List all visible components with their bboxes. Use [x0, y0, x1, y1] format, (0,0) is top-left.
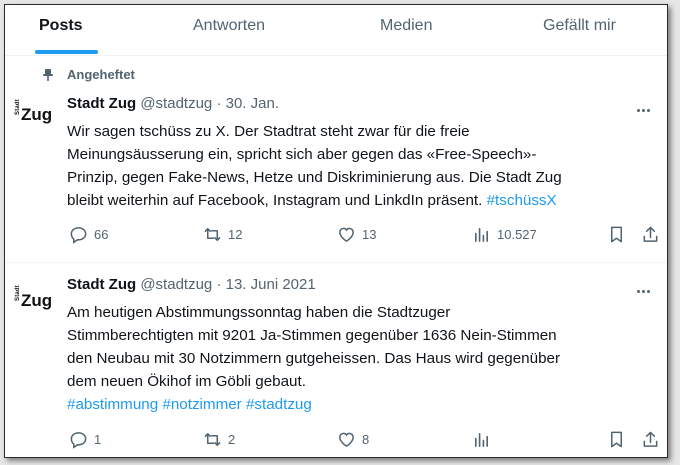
repost-icon	[204, 432, 221, 446]
share-button[interactable]	[641, 428, 666, 450]
post-actions: 66 12 13 10.527	[67, 223, 658, 245]
post-text-line: Prinzip, gegen Fake-News, Hetze und Disk…	[67, 169, 562, 186]
post-text-line: Meinungsäusserung ein, spricht sich aber…	[67, 146, 537, 163]
post-text-line: Stimmberechtigten mit 9201 Ja-Stimmen ge…	[67, 327, 557, 344]
active-tab-indicator	[35, 50, 98, 54]
post-text: Wir sagen tschüss zu X. Der Stadtrat ste…	[67, 120, 652, 212]
post-actions: 1 2 8	[67, 428, 658, 450]
more-button[interactable]	[637, 99, 657, 113]
repost-button[interactable]: 12	[203, 223, 242, 245]
separator-dot: ·	[216, 95, 222, 112]
reply-icon	[70, 226, 87, 244]
views-count: 10.527	[497, 226, 537, 242]
reply-count: 66	[94, 226, 109, 242]
post[interactable]: Stadt Zug Stadt Zug @stadtzug · 13. Juni…	[5, 263, 667, 457]
post-text-line: Wir sagen tschüss zu X. Der Stadtrat ste…	[67, 123, 470, 140]
post-header: Stadt Zug @stadtzug · 30. Jan.	[67, 95, 279, 112]
avatar[interactable]: Stadt Zug	[15, 285, 59, 315]
like-icon	[339, 227, 354, 242]
repost-count: 2	[228, 431, 236, 447]
pin-icon	[43, 69, 53, 81]
post-text-segment: bleibt weiterhin auf Facebook, Instagram…	[67, 192, 487, 209]
pinned-indicator: Angeheftet	[5, 65, 305, 85]
reply-button[interactable]: 1	[69, 428, 101, 450]
share-icon	[643, 431, 658, 447]
repost-button[interactable]: 2	[203, 428, 235, 450]
reply-button[interactable]: 66	[69, 223, 108, 245]
repost-count: 12	[228, 226, 243, 242]
post-text: Am heutigen Abstimmungssonntag haben die…	[67, 301, 652, 416]
more-icon	[637, 99, 652, 116]
views-button[interactable]: 10.527	[472, 223, 537, 245]
reply-count: 1	[94, 431, 102, 447]
post-date[interactable]: 13. Juni 2021	[226, 276, 316, 293]
more-icon	[637, 280, 652, 297]
tab-medien[interactable]: Medien	[380, 5, 432, 55]
post-text-line: den Neubau mit 30 Notzimmern gutgeheisse…	[67, 350, 561, 367]
like-icon	[339, 432, 354, 447]
tab-antworten[interactable]: Antworten	[193, 5, 265, 55]
views-icon	[474, 227, 489, 242]
repost-icon	[204, 227, 221, 241]
bookmark-icon	[610, 431, 623, 447]
tab-posts[interactable]: Posts	[39, 5, 83, 55]
views-button[interactable]	[472, 428, 497, 450]
hashtag-link[interactable]: #tschüssX	[487, 192, 557, 209]
like-count: 8	[362, 431, 370, 447]
bookmark-button[interactable]	[607, 428, 632, 450]
like-count: 13	[362, 226, 377, 242]
avatar[interactable]: Stadt Zug	[15, 99, 59, 129]
author-name[interactable]: Stadt Zug	[67, 276, 136, 293]
pinned-label: Angeheftet	[67, 67, 135, 82]
avatar-big-text: Zug	[21, 105, 53, 124]
separator-dot: ·	[216, 276, 222, 293]
tab-gefaellt-mir[interactable]: Gefällt mir	[543, 5, 616, 55]
post-text-line: bleibt weiterhin auf Facebook, Instagram…	[67, 189, 652, 212]
profile-timeline: Posts Antworten Medien Gefällt mir Angeh…	[4, 4, 668, 458]
bookmark-icon	[610, 226, 623, 242]
reply-icon	[70, 431, 87, 449]
post-text-line: dem neuen Ökihof im Göbli gebaut.	[67, 373, 306, 390]
share-icon	[643, 226, 658, 242]
bookmark-button[interactable]	[607, 223, 632, 245]
post-pinned[interactable]: Angeheftet Stadt Zug Stadt Zug @stadtzug…	[5, 65, 667, 260]
like-button[interactable]: 13	[337, 223, 376, 245]
share-button[interactable]	[641, 223, 666, 245]
author-handle[interactable]: @stadtzug	[140, 95, 212, 112]
post-date[interactable]: 30. Jan.	[226, 95, 279, 112]
hashtag-links[interactable]: #abstimmung #notzimmer #stadtzug	[67, 393, 652, 416]
author-name[interactable]: Stadt Zug	[67, 95, 136, 112]
more-button[interactable]	[637, 280, 657, 294]
views-icon	[474, 432, 489, 447]
post-header: Stadt Zug @stadtzug · 13. Juni 2021	[67, 276, 316, 293]
author-handle[interactable]: @stadtzug	[140, 276, 212, 293]
post-text-line: Am heutigen Abstimmungssonntag haben die…	[67, 304, 451, 321]
like-button[interactable]: 8	[337, 428, 369, 450]
profile-tabs: Posts Antworten Medien Gefällt mir	[5, 5, 667, 56]
avatar-big-text: Zug	[21, 291, 53, 310]
